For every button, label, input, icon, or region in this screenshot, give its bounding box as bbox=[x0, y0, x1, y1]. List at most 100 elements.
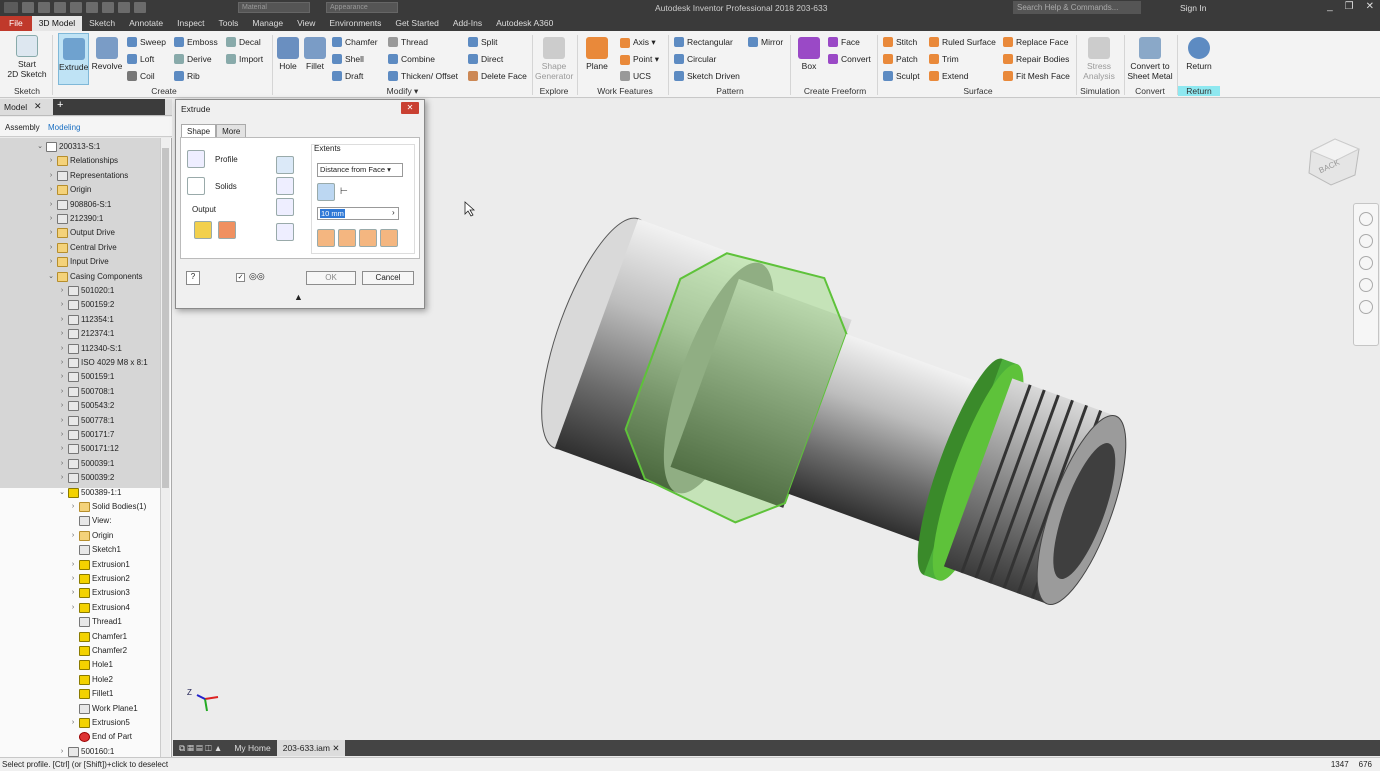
cut-button[interactable] bbox=[276, 177, 294, 195]
preview-checkbox[interactable]: ✓ bbox=[236, 273, 245, 282]
expand-arrow-icon[interactable]: › bbox=[47, 169, 55, 183]
add-browser-tab-icon[interactable]: + bbox=[53, 99, 165, 115]
ok-button[interactable]: OK bbox=[306, 271, 356, 285]
emboss-button[interactable]: Emboss bbox=[174, 37, 218, 47]
expand-dialog-icon[interactable]: ▲ bbox=[294, 292, 303, 302]
return-icon[interactable] bbox=[118, 2, 130, 13]
update-icon[interactable] bbox=[134, 2, 146, 13]
expand-arrow-icon[interactable]: › bbox=[47, 212, 55, 226]
tab-autodesk-a360[interactable]: Autodesk A360 bbox=[489, 16, 560, 31]
tree-item[interactable]: › Representations bbox=[47, 169, 128, 183]
hole-button[interactable]: Hole bbox=[275, 37, 301, 71]
tree-item[interactable]: Fillet1 bbox=[69, 687, 113, 701]
draft-button[interactable]: Draft bbox=[332, 71, 363, 81]
tree-item[interactable]: ⌄ 500389-1:1 bbox=[58, 486, 121, 500]
tree-item[interactable]: › Input Drive bbox=[47, 255, 109, 269]
tab-3d-model[interactable]: 3D Model bbox=[31, 16, 83, 31]
expand-arrow-icon[interactable]: › bbox=[47, 255, 55, 269]
cancel-button[interactable]: Cancel bbox=[362, 271, 414, 285]
output-solid-button[interactable] bbox=[194, 221, 212, 239]
expand-arrow-icon[interactable]: › bbox=[69, 558, 77, 572]
direct-button[interactable]: Direct bbox=[468, 54, 503, 64]
undo-icon[interactable] bbox=[70, 2, 82, 13]
assembly-tab[interactable]: Assembly bbox=[5, 123, 40, 132]
close-icon[interactable]: ✕ bbox=[34, 101, 42, 112]
tree-item[interactable]: › Extrusion3 bbox=[69, 586, 130, 600]
material-combo[interactable]: Material bbox=[238, 2, 310, 13]
expand-arrow-icon[interactable]: › bbox=[58, 471, 66, 485]
expand-arrow-icon[interactable]: › bbox=[58, 442, 66, 456]
revolve-button[interactable]: Revolve bbox=[91, 37, 123, 71]
tree-item[interactable]: › 500708:1 bbox=[58, 385, 114, 399]
orbit-icon[interactable] bbox=[1359, 278, 1373, 292]
modify-panel-label[interactable]: Modify ▾ bbox=[275, 86, 530, 97]
scrollbar-thumb[interactable] bbox=[162, 148, 169, 488]
tab-file[interactable]: File bbox=[0, 16, 32, 31]
derive-button[interactable]: Derive bbox=[174, 54, 212, 64]
tab-inspect[interactable]: Inspect bbox=[170, 16, 211, 31]
expand-arrow-icon[interactable]: › bbox=[69, 500, 77, 514]
shaft-part[interactable] bbox=[516, 198, 1154, 642]
tree-item[interactable]: › 500039:1 bbox=[58, 457, 114, 471]
redo-icon[interactable] bbox=[86, 2, 98, 13]
tree-item[interactable]: ⌄ 200313-S:1 bbox=[36, 140, 100, 154]
extrude-button[interactable]: Extrude bbox=[58, 33, 89, 85]
tree-item[interactable]: Sketch1 bbox=[69, 543, 121, 557]
convert-to-sheet-metal-button[interactable]: Convert to Sheet Metal bbox=[1126, 37, 1174, 81]
direction-symmetric-button[interactable] bbox=[359, 229, 377, 247]
steering-wheel-icon[interactable] bbox=[1359, 212, 1373, 226]
trim-button[interactable]: Trim bbox=[929, 54, 959, 64]
help-icon[interactable]: ? bbox=[186, 271, 200, 285]
tab-manage[interactable]: Manage bbox=[245, 16, 290, 31]
tree-item[interactable]: › 501020:1 bbox=[58, 284, 114, 298]
intersect-button[interactable] bbox=[276, 198, 294, 216]
browser-scrollbar[interactable] bbox=[160, 138, 170, 758]
expand-arrow-icon[interactable]: ⌄ bbox=[58, 486, 66, 500]
tree-item[interactable]: › Origin bbox=[47, 183, 91, 197]
tree-item[interactable]: › 212374:1 bbox=[58, 327, 114, 341]
direction-asymmetric-button[interactable] bbox=[380, 229, 398, 247]
tab-shape[interactable]: Shape bbox=[181, 124, 217, 138]
tree-item[interactable]: › 500171:12 bbox=[58, 442, 119, 456]
expand-arrow-icon[interactable]: › bbox=[47, 183, 55, 197]
tree-item[interactable]: › Relationships bbox=[47, 154, 118, 168]
sweep-button[interactable]: Sweep bbox=[127, 37, 166, 47]
tree-item[interactable]: Hole2 bbox=[69, 673, 113, 687]
face-button[interactable]: Face bbox=[828, 37, 860, 47]
look-at-icon[interactable] bbox=[1359, 300, 1373, 314]
expand-arrow-icon[interactable]: ⌄ bbox=[47, 270, 55, 284]
start-2d-sketch-button[interactable]: Start 2D Sketch bbox=[6, 35, 48, 79]
sketch-driven-pattern-button[interactable]: Sketch Driven bbox=[674, 71, 740, 81]
dialog-title[interactable]: Extrude bbox=[176, 100, 424, 118]
expand-arrow-icon[interactable]: › bbox=[58, 327, 66, 341]
expand-arrow-icon[interactable]: › bbox=[47, 198, 55, 212]
thicken-offset-button[interactable]: Thicken/ Offset bbox=[388, 71, 458, 81]
patch-button[interactable]: Patch bbox=[883, 54, 918, 64]
expand-arrow-icon[interactable]: › bbox=[58, 284, 66, 298]
return-button[interactable]: Return bbox=[1180, 37, 1218, 71]
tree-item[interactable]: › 500159:1 bbox=[58, 370, 114, 384]
new-solid-button[interactable] bbox=[276, 223, 294, 241]
app-menu-icon[interactable] bbox=[4, 2, 18, 13]
expand-arrow-icon[interactable]: › bbox=[47, 154, 55, 168]
tree-item[interactable]: › 500778:1 bbox=[58, 414, 114, 428]
expand-arrow-icon[interactable]: › bbox=[58, 428, 66, 442]
replace-face-button[interactable]: Replace Face bbox=[1003, 37, 1068, 47]
tab-add-ins[interactable]: Add-Ins bbox=[446, 16, 489, 31]
tree-item[interactable]: › Central Drive bbox=[47, 241, 117, 255]
restore-icon[interactable]: ❐ bbox=[1345, 1, 1354, 12]
output-surface-button[interactable] bbox=[218, 221, 236, 239]
axis-button[interactable]: Axis ▾ bbox=[620, 37, 656, 48]
tab-tools[interactable]: Tools bbox=[212, 16, 246, 31]
rib-button[interactable]: Rib bbox=[174, 71, 200, 81]
ucs-button[interactable]: UCS bbox=[620, 71, 651, 81]
distance-input[interactable]: 10 mm bbox=[317, 207, 399, 220]
minimize-icon[interactable]: _ bbox=[1327, 1, 1333, 12]
stress-analysis-button[interactable]: Stress Analysis bbox=[1080, 37, 1118, 81]
combine-button[interactable]: Combine bbox=[388, 54, 435, 64]
tree-item[interactable]: Hole1 bbox=[69, 658, 113, 672]
tab-environments[interactable]: Environments bbox=[322, 16, 388, 31]
pan-icon[interactable] bbox=[1359, 234, 1373, 248]
expand-arrow-icon[interactable]: › bbox=[58, 385, 66, 399]
tree-item[interactable]: Chamfer2 bbox=[69, 644, 127, 658]
